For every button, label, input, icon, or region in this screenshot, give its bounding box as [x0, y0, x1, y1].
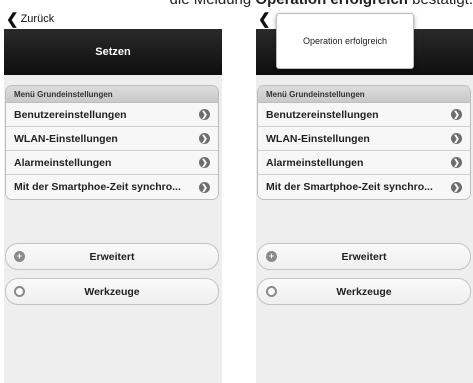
menu-header: Menü Grundeinstellungen: [258, 86, 470, 103]
menu-header: Menü Grundeinstellungen: [6, 86, 218, 103]
page-title: Setzen: [4, 29, 222, 75]
phone-screen-settings-confirmation: ❮ Menü Grundeinstellungen Benutzereinste…: [256, 9, 473, 383]
tools-button[interactable]: Werkzeuge: [5, 278, 219, 305]
settings-menu: Menü Grundeinstellungen Benutzereinstell…: [257, 85, 471, 200]
settings-menu: Menü Grundeinstellungen Benutzereinstell…: [5, 85, 219, 200]
chevron-right-icon: ❯: [451, 133, 462, 144]
plus-icon: +: [14, 251, 25, 262]
chevron-left-icon: ❮: [258, 10, 271, 28]
circle-icon: [14, 286, 25, 297]
chevron-right-icon: ❯: [199, 157, 210, 168]
instruction-caption: die Meldung Operation erfolgreich bestät…: [0, 0, 473, 9]
menu-item-user-settings[interactable]: Benutzereinstellungen ❯: [6, 103, 218, 127]
circle-icon: [266, 286, 277, 297]
back-button[interactable]: ❮: [258, 10, 273, 28]
menu-item-alarm-settings[interactable]: Alarmeinstellungen ❯: [258, 151, 470, 175]
chevron-right-icon: ❯: [451, 157, 462, 168]
chevron-right-icon: ❯: [199, 181, 210, 193]
menu-item-sync-time[interactable]: Mit der Smartphoe-Zeit synchro... ❯: [258, 175, 470, 199]
top-nav: ❮ Zurück: [4, 9, 222, 29]
plus-icon: +: [266, 251, 277, 262]
menu-item-wlan-settings[interactable]: WLAN-Einstellungen ❯: [258, 127, 470, 151]
phone-screen-settings: ❮ Zurück Setzen Menü Grundeinstellungen …: [4, 9, 222, 383]
menu-item-sync-time[interactable]: Mit der Smartphoe-Zeit synchro... ❯: [6, 175, 218, 199]
chevron-right-icon: ❯: [451, 109, 462, 120]
menu-item-user-settings[interactable]: Benutzereinstellungen ❯: [258, 103, 470, 127]
success-toast: Operation erfolgreich: [276, 13, 414, 69]
advanced-button[interactable]: + Erweitert: [257, 243, 471, 270]
chevron-right-icon: ❯: [199, 133, 210, 144]
advanced-button[interactable]: + Erweitert: [5, 243, 219, 270]
chevron-right-icon: ❯: [451, 181, 462, 193]
tools-button[interactable]: Werkzeuge: [257, 278, 471, 305]
menu-item-wlan-settings[interactable]: WLAN-Einstellungen ❯: [6, 127, 218, 151]
chevron-right-icon: ❯: [199, 109, 210, 120]
menu-item-alarm-settings[interactable]: Alarmeinstellungen ❯: [6, 151, 218, 175]
back-button[interactable]: ❮ Zurück: [6, 10, 54, 28]
chevron-left-icon: ❮: [6, 10, 19, 28]
